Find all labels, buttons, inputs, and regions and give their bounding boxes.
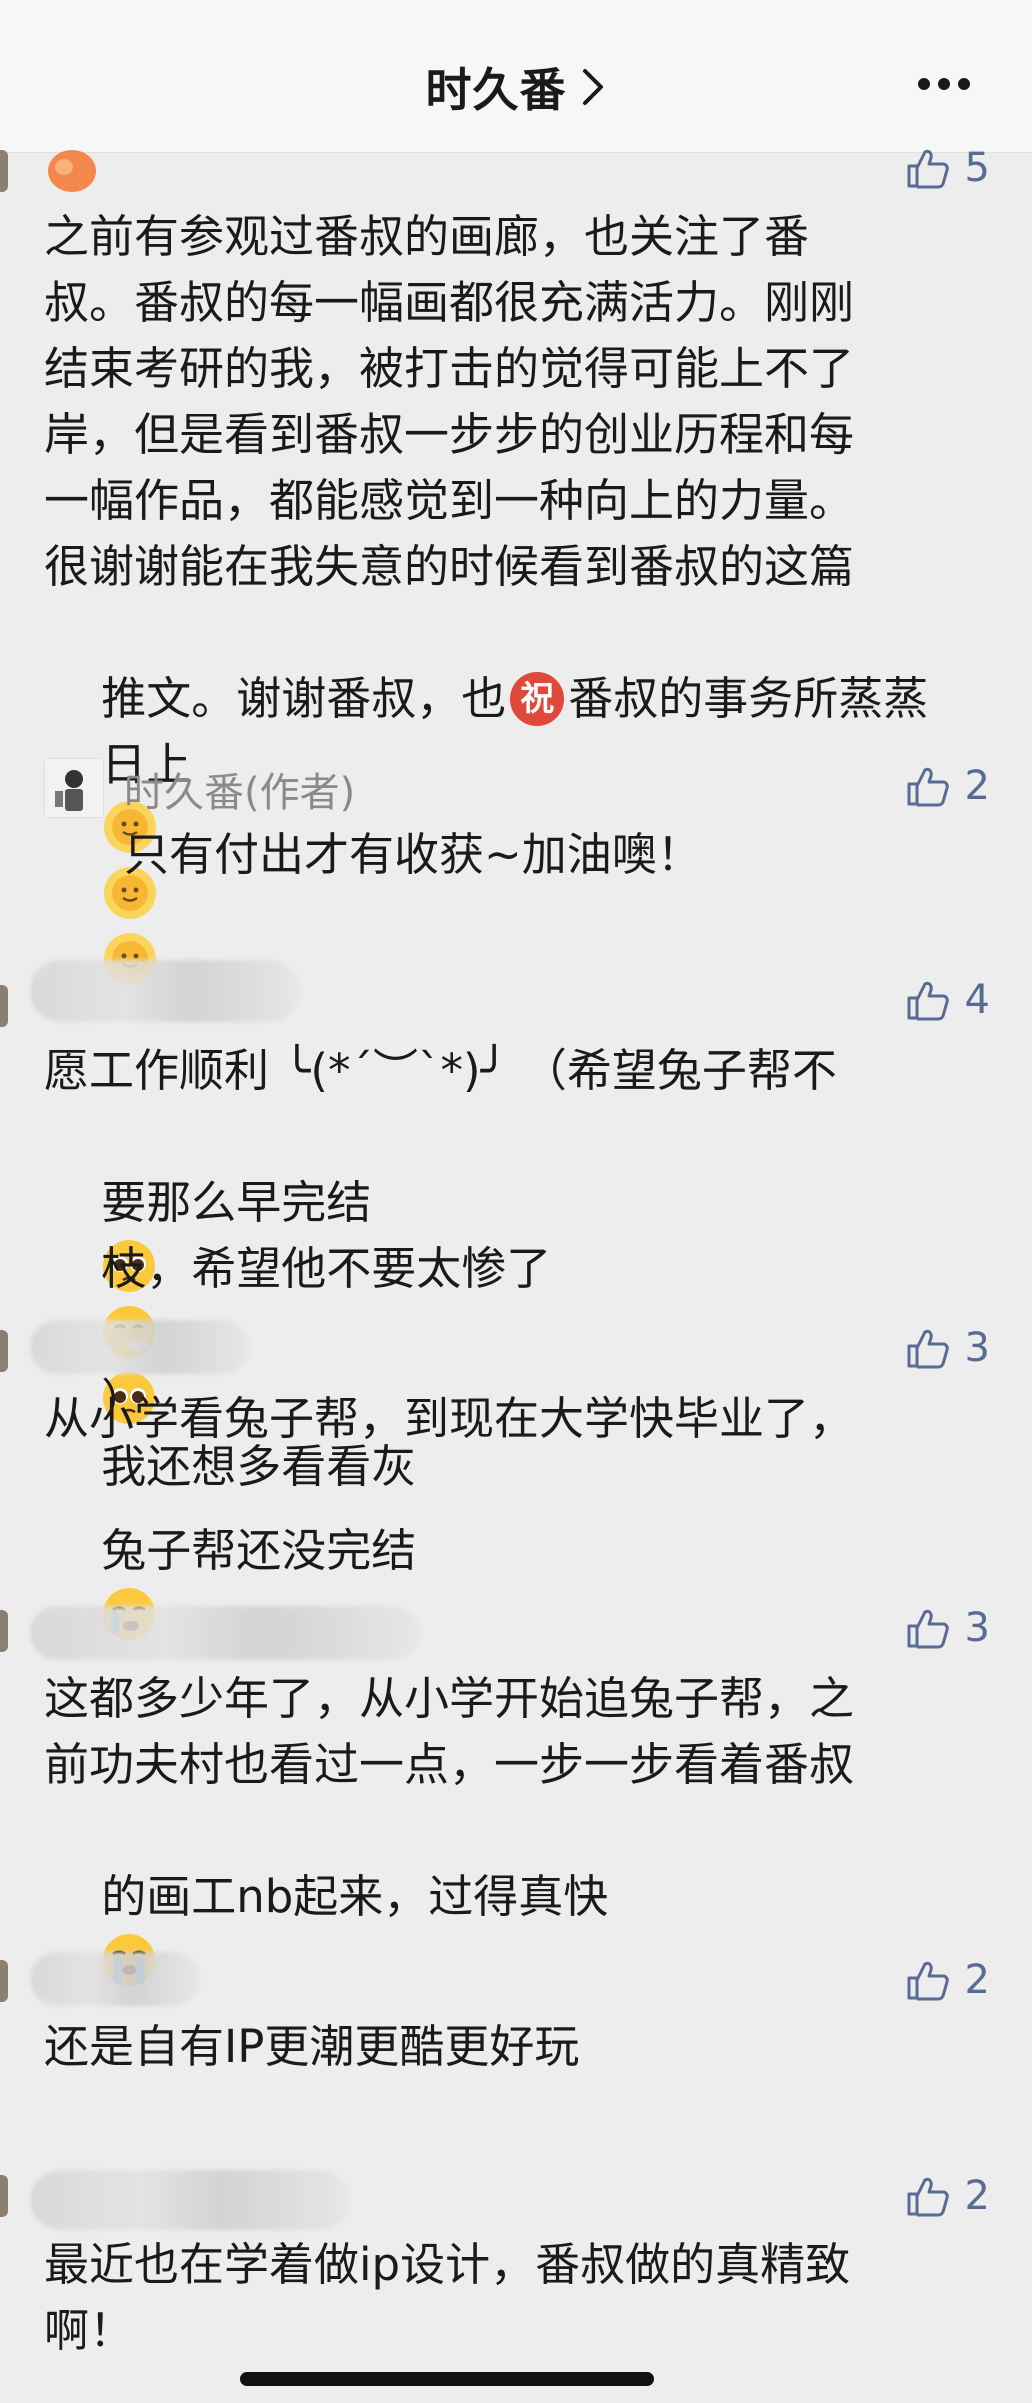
top-bar: 时久番 bbox=[0, 0, 1032, 153]
comment-text: 很谢谢能在我失意的时候看到番叔的这篇 bbox=[44, 540, 855, 593]
like-count: 3 bbox=[964, 1605, 990, 1651]
thumbs-up-icon bbox=[907, 1329, 949, 1369]
avatar[interactable] bbox=[0, 1960, 8, 2002]
like-button[interactable]: 3 bbox=[903, 1600, 990, 1656]
like-button[interactable]: 4 bbox=[903, 972, 990, 1028]
comment-text: 一幅作品，都能感觉到一种向上的力量。 bbox=[44, 474, 855, 527]
more-icon[interactable] bbox=[916, 74, 972, 94]
like-button[interactable]: 2 bbox=[903, 1952, 990, 2008]
title-wrap[interactable]: 时久番 bbox=[0, 52, 1032, 122]
thumbs-up-icon bbox=[907, 1961, 949, 2001]
comment-text: 番叔的事务所蒸蒸 bbox=[568, 672, 929, 725]
like-button[interactable]: 3 bbox=[903, 1320, 990, 1376]
avatar[interactable] bbox=[0, 985, 8, 1027]
congrats-badge-icon: 祝 bbox=[510, 672, 565, 726]
reply-text: 只有付出才有收获~加油噢！ bbox=[124, 828, 702, 881]
author-name[interactable]: 时久番(作者) bbox=[124, 760, 355, 818]
avatar[interactable] bbox=[0, 1610, 8, 1652]
comment-text: 的画工nb起来，过得真快 bbox=[101, 1870, 609, 1923]
chevron-right-icon[interactable] bbox=[581, 67, 607, 107]
like-count: 5 bbox=[964, 145, 990, 191]
thumbs-up-icon bbox=[907, 767, 949, 807]
thumbs-up-icon bbox=[907, 1609, 949, 1649]
comment-text: 最近也在学着做ip设计，番叔做的真精致 bbox=[44, 2238, 851, 2291]
like-button[interactable]: 2 bbox=[903, 758, 990, 814]
avatar[interactable] bbox=[0, 2175, 8, 2217]
comment-text: 这都多少年了，从小学开始追兔子帮，之 bbox=[44, 1672, 855, 1725]
comment-text: 还是自有IP更潮更酷更好玩 bbox=[44, 2020, 580, 2073]
comment-text: 愿工作顺利 ╰(*´︶`*)╯ （希望兔子帮不 bbox=[44, 1044, 837, 1097]
comment-text: 之前有参观过番叔的画廊，也关注了番 bbox=[44, 210, 810, 263]
comment-text: 从小学看兔子帮，到现在大学快毕业了， bbox=[44, 1392, 855, 1445]
like-button[interactable]: 2 bbox=[903, 2168, 990, 2224]
thumbs-up-icon bbox=[907, 981, 949, 1021]
blurred-username bbox=[30, 1606, 420, 1660]
blurred-username bbox=[30, 960, 300, 1022]
author-avatar-icon bbox=[45, 759, 103, 817]
peach-emoji-icon bbox=[48, 150, 96, 192]
blurred-username bbox=[30, 2170, 350, 2230]
avatar[interactable] bbox=[0, 150, 8, 192]
like-button[interactable]: 5 bbox=[903, 140, 990, 196]
comment-text: 枝，希望他不要太惨了 bbox=[101, 1242, 552, 1295]
like-count: 2 bbox=[964, 2173, 990, 2219]
comment-text: 啊！ bbox=[44, 2304, 135, 2357]
comment-text: 兔子帮还没完结 bbox=[101, 1524, 417, 1577]
like-count: 2 bbox=[964, 763, 990, 809]
like-count: 4 bbox=[964, 977, 990, 1023]
thumbs-up-icon bbox=[907, 2177, 949, 2217]
home-indicator[interactable] bbox=[240, 2372, 654, 2386]
page-title[interactable]: 时久番 bbox=[426, 54, 567, 120]
like-count: 3 bbox=[964, 1325, 990, 1371]
author-avatar[interactable] bbox=[44, 758, 104, 818]
comment-text: 结束考研的我，被打击的觉得可能上不了 bbox=[44, 342, 855, 395]
like-count: 2 bbox=[964, 1957, 990, 2003]
thumbs-up-icon bbox=[907, 149, 949, 189]
blurred-username bbox=[30, 1952, 200, 2006]
comment-text: 前功夫村也看过一点，一步一步看着番叔 bbox=[44, 1738, 855, 1791]
comment-text: 叔。番叔的每一幅画都很充满活力。刚刚 bbox=[44, 276, 855, 329]
blurred-username bbox=[30, 1320, 250, 1374]
avatar[interactable] bbox=[0, 1330, 8, 1372]
comment-text: 岸，但是看到番叔一步步的创业历程和每 bbox=[44, 408, 855, 461]
